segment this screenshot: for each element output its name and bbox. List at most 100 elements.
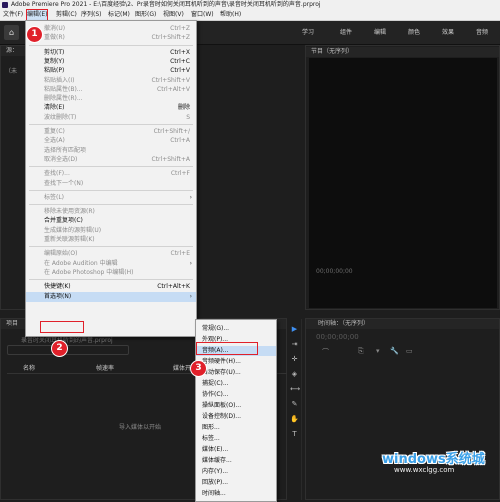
window-titlebar: Adobe Premiere Pro 2021 - E:\百度经验\2、Pr录音… xyxy=(0,0,500,10)
menu-view[interactable]: 视图(V) xyxy=(163,10,184,20)
edit-menu-item-label: 波纹删除(T) xyxy=(44,113,77,121)
tools-panel: ▶ ⇥ ✛ ◈ ⟷ ✎ ✋ T xyxy=(287,319,302,500)
program-timecode: 00;00;00;00 xyxy=(316,268,353,275)
wrench-icon[interactable]: 🔧 xyxy=(390,347,399,355)
edit-menu-item-shortcut: Ctrl+Shift+A xyxy=(151,155,190,163)
workspace-tab-editing[interactable]: 编辑 xyxy=(374,21,386,44)
submenu-arrow-icon: › xyxy=(189,193,192,201)
edit-menu-item-label: 标签(L) xyxy=(44,193,65,201)
ripple-edit-tool-icon[interactable]: ✛ xyxy=(290,355,299,364)
column-media-start[interactable]: 媒体开 xyxy=(173,363,191,372)
workspace-tab-audio[interactable]: 音频 xyxy=(476,21,488,44)
preferences-item-label: 媒体缓存... xyxy=(202,457,232,464)
menu-edit[interactable]: 编辑(E) xyxy=(25,9,49,21)
preferences-item[interactable]: 自动保存(U)... xyxy=(196,368,276,378)
source-panel-subtitle: （未 xyxy=(5,68,18,75)
preferences-item[interactable]: 回放(P)... xyxy=(196,478,276,488)
preferences-item[interactable]: 操纵面板(O)... xyxy=(196,401,276,411)
column-name[interactable]: 名称 xyxy=(23,363,35,372)
menu-sequence[interactable]: 序列(S) xyxy=(81,10,102,20)
step-2-badge: 2 xyxy=(52,341,67,356)
menu-clip[interactable]: 剪辑(C) xyxy=(56,10,77,20)
preferences-item[interactable]: 设备控制(D)... xyxy=(196,412,276,422)
type-tool-icon[interactable]: T xyxy=(290,430,299,439)
edit-menu-item-label: 查找下一个(N) xyxy=(44,179,84,187)
audio-highlight-box xyxy=(196,342,258,355)
linked-selection-icon[interactable]: ⎘ xyxy=(358,347,364,356)
edit-menu-item-label: 重新关联源剪辑(K) xyxy=(44,236,95,243)
program-monitor-header: 节目（无序列） xyxy=(306,47,499,57)
submenu-arrow-icon: › xyxy=(189,292,192,300)
step-3-badge: 3 xyxy=(191,361,206,376)
preferences-item[interactable]: 图形... xyxy=(196,423,276,433)
edit-menu-item-label: 首选项(N) xyxy=(44,292,72,300)
track-select-tool-icon[interactable]: ⇥ xyxy=(290,340,299,349)
preferences-item-label: 协作(C)... xyxy=(202,391,229,398)
workspace-tab-color[interactable]: 颜色 xyxy=(408,21,420,44)
workspace-tab-effects[interactable]: 效果 xyxy=(442,21,454,44)
snap-icon[interactable]: ⌒ xyxy=(322,347,329,357)
preferences-item-label: 自动保存(U)... xyxy=(202,369,241,376)
project-search-input[interactable] xyxy=(7,345,129,355)
selection-tool-icon[interactable]: ▶ xyxy=(290,325,299,334)
program-monitor-title: 节目（无序列） xyxy=(311,48,354,55)
slip-tool-icon[interactable]: ⟷ xyxy=(290,385,300,394)
source-panel-title: 源： xyxy=(6,47,19,54)
step-1-badge: 1 xyxy=(27,27,42,42)
preferences-item[interactable]: 捕捉(C)... xyxy=(196,379,276,389)
menu-help[interactable]: 帮助(H) xyxy=(220,10,241,20)
captions-icon[interactable]: ▭ xyxy=(406,347,413,355)
timeline-header: 时间轴：（无序列） xyxy=(306,319,499,329)
edit-menu-item-label: 取消全选(D) xyxy=(44,155,78,163)
preferences-item-label: 内存(Y)... xyxy=(202,468,229,475)
preferences-item-label: 音频硬件(H)... xyxy=(202,358,241,365)
menu-marker[interactable]: 标记(M) xyxy=(108,10,130,20)
preferences-item[interactable]: 媒体(E)... xyxy=(196,445,276,455)
project-tab[interactable]: 项目 xyxy=(6,320,18,327)
menu-separator xyxy=(29,166,193,168)
preferences-item[interactable]: 协作(C)... xyxy=(196,390,276,400)
source-panel: 源： （未 xyxy=(0,45,28,310)
preferences-item-label: 标签... xyxy=(202,435,220,442)
edit-menu-item-shortcut: S xyxy=(186,113,190,121)
program-monitor-panel: 节目（无序列） 00;00;00;00 xyxy=(305,45,500,310)
preferences-item[interactable]: 音频硬件(H)... xyxy=(196,357,276,367)
preferences-item[interactable]: 标签... xyxy=(196,434,276,444)
edit-menu-item-shortcut: Ctrl+Shift+Z xyxy=(151,34,190,42)
menu-window[interactable]: 窗口(W) xyxy=(191,10,214,20)
edit-menu-item[interactable]: 首选项(N) › xyxy=(26,291,196,302)
preferences-item[interactable]: 媒体缓存... xyxy=(196,456,276,466)
import-media-hint: 导入媒体以开始 xyxy=(119,424,162,431)
preferences-item-label: 操纵面板(O)... xyxy=(202,402,242,409)
preferences-item-label: 捕捉(C)... xyxy=(202,380,229,387)
hand-tool-icon[interactable]: ✋ xyxy=(290,415,299,424)
watermark-url: www.wxclgg.com xyxy=(394,466,455,474)
window-title: Adobe Premiere Pro 2021 - E:\百度经验\2、Pr录音… xyxy=(11,1,321,8)
workspace-tab-learn[interactable]: 学习 xyxy=(302,21,314,44)
edit-menu-item: 波纹删除(T) S xyxy=(26,113,196,123)
monitor-gap xyxy=(195,300,305,310)
watermark-title: windows系统城 xyxy=(382,452,485,467)
pen-tool-icon[interactable]: ✎ xyxy=(290,400,299,409)
premiere-app-icon xyxy=(2,2,8,8)
preferences-highlight-box xyxy=(40,321,84,333)
edit-menu-item: 重做(R) Ctrl+Shift+Z xyxy=(26,33,196,43)
workspace-tab-assembly[interactable]: 组件 xyxy=(340,21,352,44)
preferences-item-label: 时间轴... xyxy=(202,490,226,497)
home-icon[interactable]: ⌂ xyxy=(4,25,19,40)
column-frame-rate[interactable]: 帧速率 xyxy=(96,363,114,372)
edit-menu-item: 重新关联源剪辑(K) xyxy=(26,235,196,245)
preferences-item[interactable]: 常规(G)... xyxy=(196,324,276,334)
timeline-timecode: 00;00;00;00 xyxy=(316,333,359,341)
add-marker-icon[interactable]: ▾ xyxy=(376,347,380,355)
razor-tool-icon[interactable]: ◈ xyxy=(290,370,299,379)
menu-file[interactable]: 文件(F) xyxy=(3,10,23,20)
edit-menu-item: 标签(L) › xyxy=(26,193,196,203)
preferences-item-label: 常规(G)... xyxy=(202,325,230,332)
site-watermark: windows系统城 www.wxclgg.com xyxy=(378,442,500,500)
preferences-item[interactable]: 时间轴... xyxy=(196,489,276,499)
edit-menu-item-label: 重做(R) xyxy=(44,34,65,42)
preferences-item[interactable]: 内存(Y)... xyxy=(196,467,276,477)
edit-menu-item: 查找下一个(N) xyxy=(26,179,196,189)
menu-graphics[interactable]: 图形(G) xyxy=(135,10,156,20)
